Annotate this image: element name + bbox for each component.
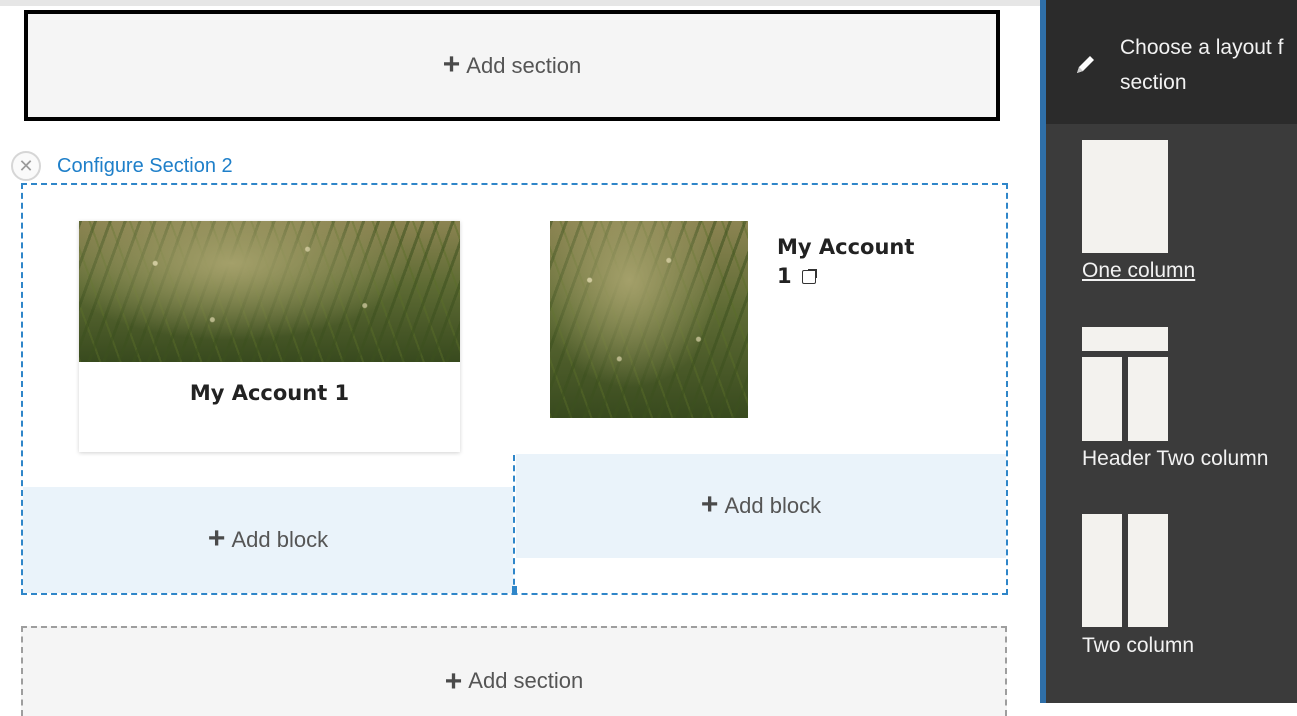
layout-option-two-column[interactable]: Two column xyxy=(1082,514,1282,664)
layout-label-two-column: Two column xyxy=(1082,634,1195,657)
add-section-label: Add section xyxy=(468,668,584,693)
pencil-icon xyxy=(1077,56,1094,73)
layout-builder-canvas: + Add section ✕ Configure Section 2 My A… xyxy=(0,0,1040,716)
layout-option-header-two-column[interactable]: Header Two column xyxy=(1082,327,1297,477)
add-block-label: Add block xyxy=(231,527,329,552)
off-canvas-sidebar: Choose a layout f section One column Hea… xyxy=(1040,0,1297,703)
card-title: My Account 1 xyxy=(189,381,350,405)
plus-icon: + xyxy=(444,665,463,698)
top-strip xyxy=(0,0,1040,6)
header-thumbnail xyxy=(1082,327,1168,351)
media-title-line1: My Account xyxy=(777,235,915,259)
media-title-line2: 1 xyxy=(777,264,792,289)
layout-label-header-two-column: Header Two column xyxy=(1082,447,1269,470)
media-title[interactable]: My Account 1 xyxy=(777,233,977,292)
configure-section-link[interactable]: Configure Section 2 xyxy=(57,155,233,178)
layout-label-one-column: One column xyxy=(1082,259,1196,282)
add-section-label: Add section xyxy=(466,52,582,78)
right-column-thumbnail xyxy=(1128,357,1168,441)
left-column-thumbnail xyxy=(1082,357,1122,441)
layout-option-one-column[interactable]: One column xyxy=(1082,140,1282,285)
plus-icon: + xyxy=(207,522,226,555)
external-link-icon[interactable] xyxy=(801,269,817,285)
account-card[interactable]: My Account 1 xyxy=(79,221,460,452)
add-block-button-first-region[interactable]: + Add block xyxy=(23,487,513,593)
region-divider xyxy=(513,455,515,595)
sidebar-title: Choose a layout f section xyxy=(1120,30,1297,100)
remove-section-icon[interactable]: ✕ xyxy=(11,151,41,181)
add-block-button-second-region[interactable]: + Add block xyxy=(516,454,1006,558)
media-thumbnail[interactable] xyxy=(550,221,748,418)
add-block-label: Add block xyxy=(724,493,822,518)
sidebar-title-line2: section xyxy=(1120,71,1187,94)
one-column-thumbnail xyxy=(1082,140,1168,253)
sidebar-header: Choose a layout f section xyxy=(1046,0,1297,124)
left-column-thumbnail xyxy=(1082,514,1122,627)
plus-icon: + xyxy=(442,47,461,81)
grass-photo xyxy=(79,221,460,362)
right-column-thumbnail xyxy=(1128,514,1168,627)
add-section-button-top[interactable]: + Add section xyxy=(24,10,1000,121)
region-divider-dot xyxy=(512,586,517,594)
plus-icon: + xyxy=(700,488,719,521)
sidebar-title-line1: Choose a layout f xyxy=(1120,36,1284,59)
